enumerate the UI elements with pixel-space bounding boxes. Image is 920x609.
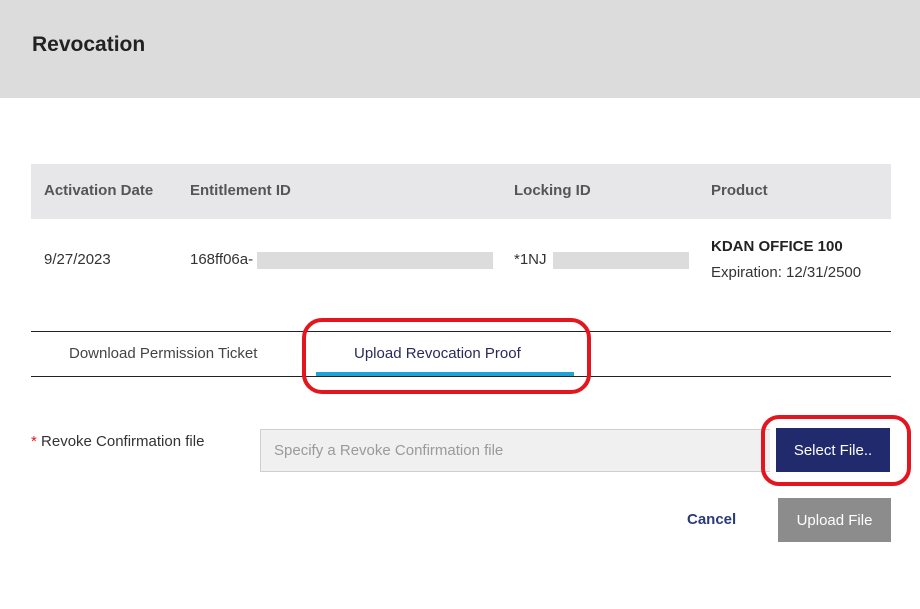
cancel-button[interactable]: Cancel — [687, 511, 736, 528]
table-row: 9/27/2023 168ff06a- *1NJ KDAN OFFICE 100… — [31, 219, 891, 302]
dialog-header: Revocation — [0, 0, 920, 98]
locking-id-cell: *1NJ — [514, 251, 547, 268]
expiration-cell: Expiration: 12/31/2500 — [711, 264, 862, 281]
tab-bar: Download Permission Ticket Upload Revoca… — [31, 331, 891, 377]
upload-file-button[interactable]: Upload File — [778, 498, 891, 542]
table-header: Activation Date Entitlement ID Locking I… — [31, 164, 891, 219]
entitlement-table: Activation Date Entitlement ID Locking I… — [31, 164, 891, 302]
revoke-file-input[interactable] — [260, 429, 770, 472]
revoke-file-label: * Revoke Confirmation file — [31, 433, 204, 450]
entitlement-id-cell: 168ff06a- — [190, 251, 254, 268]
tab-upload-revocation-proof[interactable]: Upload Revocation Proof — [354, 345, 521, 362]
activation-date-cell: 9/27/2023 — [44, 251, 111, 268]
dialog-title: Revocation — [32, 33, 146, 56]
tab-download-permission-ticket[interactable]: Download Permission Ticket — [69, 345, 257, 362]
redacted-block — [257, 252, 493, 269]
active-tab-indicator — [316, 372, 574, 376]
column-locking-id: Locking ID — [514, 182, 591, 199]
required-marker: * — [31, 433, 37, 450]
column-activation-date: Activation Date — [44, 182, 154, 199]
redacted-block — [553, 252, 689, 269]
column-entitlement-id: Entitlement ID — [190, 182, 291, 199]
select-file-button[interactable]: Select File.. — [776, 428, 890, 472]
product-name-cell: KDAN OFFICE 100 — [711, 238, 843, 255]
column-product: Product — [711, 182, 768, 199]
revoke-file-label-text: Revoke Confirmation file — [41, 433, 205, 450]
